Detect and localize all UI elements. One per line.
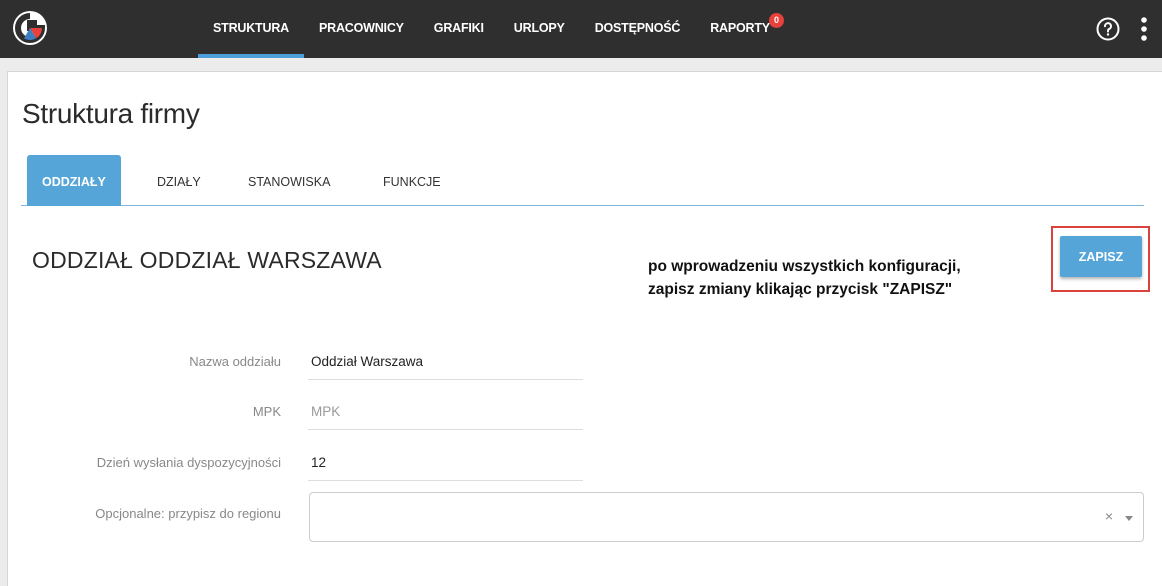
top-navigation-bar: STRUKTURA PRACOWNICY GRAFIKI URLOPY DOST… bbox=[0, 0, 1162, 58]
app-logo-icon[interactable] bbox=[12, 10, 48, 46]
nav-item-urlopy[interactable]: URLOPY bbox=[499, 0, 580, 58]
nav-item-dostepnosc[interactable]: DOSTĘPNOŚĆ bbox=[580, 0, 696, 58]
region-label: Opcjonalne: przypisz do regionu bbox=[95, 506, 281, 521]
nav-item-struktura[interactable]: STRUKTURA bbox=[198, 0, 304, 58]
day-field[interactable]: 12 bbox=[308, 445, 583, 481]
main-nav: STRUKTURA PRACOWNICY GRAFIKI URLOPY DOST… bbox=[198, 0, 785, 58]
clear-icon[interactable]: × bbox=[1105, 508, 1113, 524]
nav-item-raporty[interactable]: RAPORTY 0 bbox=[695, 0, 785, 58]
tab-dzialy[interactable]: DZIAŁY bbox=[157, 155, 201, 206]
tab-oddzialy[interactable]: ODDZIAŁY bbox=[27, 155, 121, 206]
name-label: Nazwa oddziału bbox=[189, 354, 281, 369]
day-label: Dzień wysłania dyspozycyjności bbox=[96, 455, 281, 470]
chevron-down-icon[interactable] bbox=[1125, 516, 1133, 521]
notification-badge: 0 bbox=[768, 13, 784, 28]
page-title: Struktura firmy bbox=[22, 98, 200, 129]
tab-stanowiska[interactable]: STANOWISKA bbox=[248, 155, 330, 206]
instruction-annotation: po wprowadzeniu wszystkich konfiguracji,… bbox=[648, 255, 961, 301]
help-icon[interactable] bbox=[1096, 17, 1120, 41]
content-card: Struktura firmy ODDZIAŁY DZIAŁY STANOWIS… bbox=[7, 71, 1162, 586]
instruction-line: po wprowadzeniu wszystkich konfiguracji, bbox=[648, 258, 961, 275]
nav-item-grafiki[interactable]: GRAFIKI bbox=[419, 0, 499, 58]
name-field[interactable]: Oddział Warszawa bbox=[308, 344, 583, 380]
section-title: ODDZIAŁ ODDZIAŁ WARSZAWA bbox=[32, 247, 382, 273]
mpk-label: MPK bbox=[252, 404, 281, 419]
instruction-line: zapisz zmiany klikając przycisk "ZAPISZ" bbox=[648, 281, 953, 298]
tab-bar: ODDZIAŁY DZIAŁY STANOWISKA FUNKCJE bbox=[21, 155, 1144, 206]
region-select[interactable]: × bbox=[309, 492, 1144, 542]
more-options-icon[interactable] bbox=[1140, 16, 1148, 42]
tab-funkcje[interactable]: FUNKCJE bbox=[383, 155, 441, 206]
nav-item-pracownicy[interactable]: PRACOWNICY bbox=[304, 0, 419, 58]
mpk-field[interactable]: MPK bbox=[308, 394, 583, 430]
save-button[interactable]: ZAPISZ bbox=[1060, 236, 1142, 277]
